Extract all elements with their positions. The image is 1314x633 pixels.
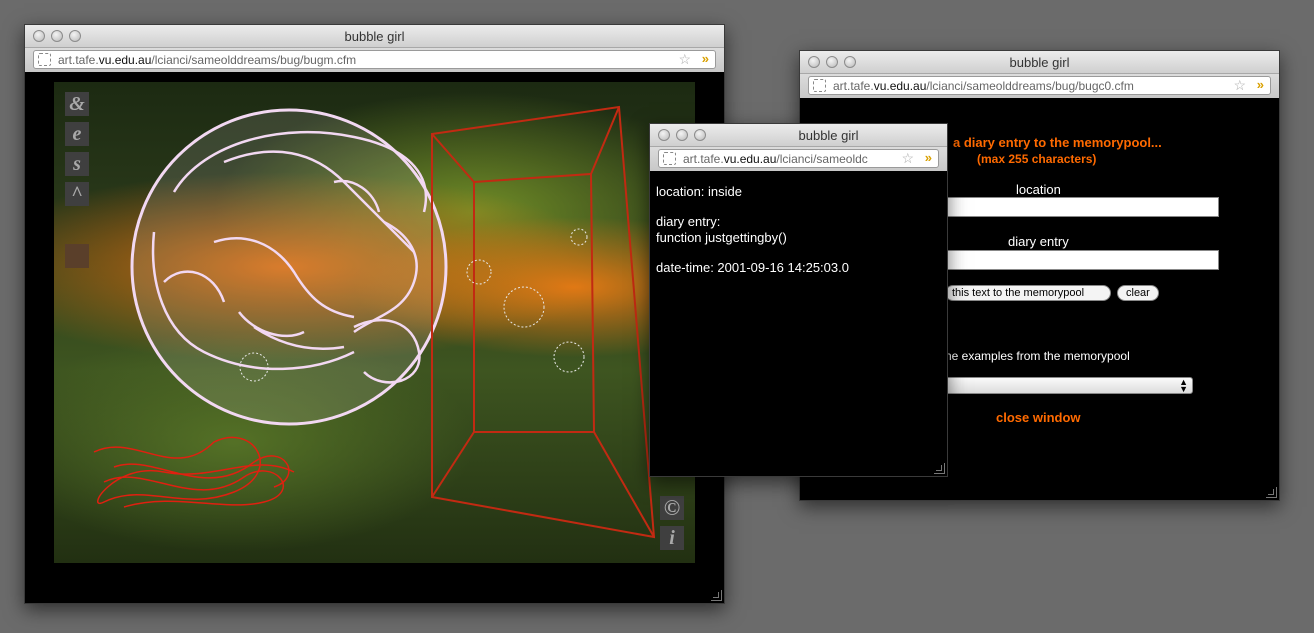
page-icon bbox=[38, 53, 51, 66]
red-box-frame bbox=[431, 105, 656, 539]
submit-to-memorypool-button[interactable]: this text to the memorypool bbox=[945, 285, 1111, 301]
minimize-window-control[interactable] bbox=[676, 129, 688, 141]
address-bar[interactable]: art.tafe.vu.edu.au/lcianci/sameoldc ☆ » bbox=[658, 149, 939, 168]
red-scribble bbox=[93, 436, 295, 508]
art-window: bubble girl art.tafe.vu.edu.au/lcianci/s… bbox=[24, 24, 725, 604]
s-icon[interactable]: s bbox=[65, 152, 89, 176]
art-window-titlebar[interactable]: bubble girl bbox=[25, 25, 724, 48]
close-window-control[interactable] bbox=[658, 129, 670, 141]
diary-entry-label: diary entry bbox=[1008, 234, 1069, 249]
ampersand-icon[interactable]: & bbox=[65, 92, 89, 116]
resize-grip[interactable] bbox=[1266, 487, 1277, 498]
address-toolbar: art.tafe.vu.edu.au/lcianci/sameolddreams… bbox=[800, 74, 1279, 99]
location-field[interactable] bbox=[945, 197, 1219, 217]
diary-entry-content: location: inside diary entry: function j… bbox=[650, 171, 947, 476]
bookmark-star-icon[interactable]: ☆ bbox=[901, 150, 914, 167]
window-controls bbox=[658, 129, 706, 141]
reader-chevron-icon[interactable]: » bbox=[925, 150, 932, 165]
url-text[interactable]: art.tafe.vu.edu.au/lcianci/sameolddreams… bbox=[833, 79, 1134, 93]
square-icon[interactable] bbox=[65, 244, 89, 268]
address-bar[interactable]: art.tafe.vu.edu.au/lcianci/sameolddreams… bbox=[808, 76, 1271, 95]
url-text[interactable]: art.tafe.vu.edu.au/lcianci/sameolddreams… bbox=[58, 53, 356, 67]
window-title: bubble girl bbox=[344, 29, 405, 44]
diary-form-titlebar[interactable]: bubble girl bbox=[800, 51, 1279, 74]
diary-entry-titlebar[interactable]: bubble girl bbox=[650, 124, 947, 147]
entry-location: location: inside bbox=[656, 184, 742, 199]
address-bar[interactable]: art.tafe.vu.edu.au/lcianci/sameolddreams… bbox=[33, 50, 716, 69]
artwork-drawing bbox=[93, 105, 656, 539]
page-icon bbox=[663, 152, 676, 165]
entry-diary-heading: diary entry: bbox=[656, 214, 721, 229]
reader-chevron-icon[interactable]: » bbox=[702, 51, 709, 66]
caret-icon[interactable]: ^ bbox=[65, 182, 89, 206]
info-icon[interactable]: i bbox=[660, 526, 684, 550]
copyright-icon[interactable]: © bbox=[660, 496, 684, 520]
page-icon bbox=[813, 79, 826, 92]
select-arrows-icon: ▲ ▼ bbox=[1179, 377, 1188, 394]
zoom-window-control[interactable] bbox=[694, 129, 706, 141]
e-icon[interactable]: e bbox=[65, 122, 89, 146]
diary-entry-window: bubble girl art.tafe.vu.edu.au/lcianci/s… bbox=[649, 123, 948, 477]
location-label: location bbox=[1016, 182, 1061, 197]
url-text[interactable]: art.tafe.vu.edu.au/lcianci/sameoldc bbox=[683, 152, 868, 166]
close-window-link[interactable]: close window bbox=[996, 410, 1081, 425]
entry-diary-text: function justgettingby() bbox=[656, 230, 787, 245]
form-subheading: (max 255 characters) bbox=[977, 152, 1097, 166]
window-title: bubble girl bbox=[798, 128, 859, 143]
address-toolbar: art.tafe.vu.edu.au/lcianci/sameolddreams… bbox=[25, 48, 724, 73]
bookmark-star-icon[interactable]: ☆ bbox=[1233, 77, 1246, 94]
resize-grip[interactable] bbox=[934, 463, 945, 474]
reader-chevron-icon[interactable]: » bbox=[1257, 77, 1264, 92]
bubble-girl-artwork[interactable]: & e s ^ © i bbox=[54, 82, 695, 563]
examples-label: ne examples from the memorypool bbox=[945, 349, 1130, 363]
form-heading: a diary entry to the memorypool... bbox=[953, 135, 1162, 150]
resize-grip[interactable] bbox=[711, 590, 722, 601]
address-toolbar: art.tafe.vu.edu.au/lcianci/sameoldc ☆ » bbox=[650, 147, 947, 172]
entry-datetime: date-time: 2001-09-16 14:25:03.0 bbox=[656, 260, 849, 275]
examples-select[interactable]: ▲ ▼ bbox=[945, 377, 1193, 394]
clear-button[interactable]: clear bbox=[1117, 285, 1159, 301]
window-title: bubble girl bbox=[1009, 55, 1070, 70]
diary-entry-field[interactable] bbox=[945, 250, 1219, 270]
art-content: & e s ^ © i bbox=[25, 72, 724, 603]
bookmark-star-icon[interactable]: ☆ bbox=[678, 51, 691, 68]
